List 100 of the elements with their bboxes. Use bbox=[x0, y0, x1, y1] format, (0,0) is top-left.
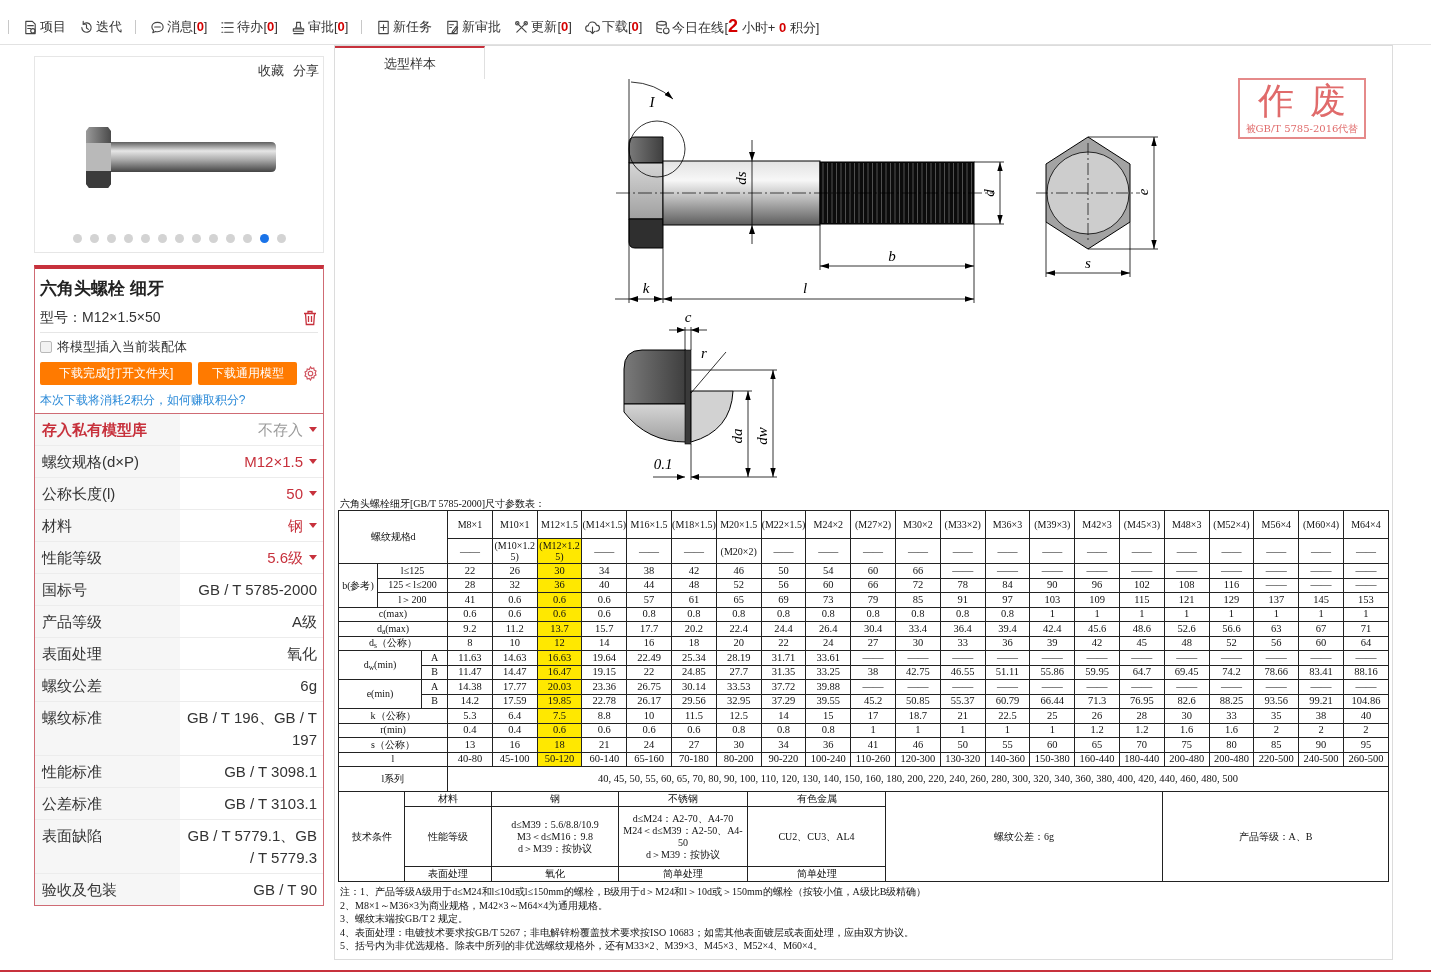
table-cell: 2 bbox=[1298, 723, 1344, 738]
table-cell: 59.95 bbox=[1074, 665, 1120, 680]
tools-icon bbox=[514, 19, 530, 35]
tab[interactable]: 选型样本 bbox=[335, 46, 485, 79]
table-cell: 0.6 bbox=[581, 723, 627, 738]
dimension-line bbox=[668, 326, 708, 351]
row-header: d$_{w}$(min) bbox=[338, 650, 422, 680]
table-cell: 0.6 bbox=[626, 723, 672, 738]
table-cell: 1 bbox=[895, 723, 941, 738]
table-cell: 130-320 bbox=[940, 752, 986, 767]
table-cell: 70 bbox=[1119, 737, 1165, 752]
toolbar-button[interactable]: 项目 bbox=[23, 18, 66, 36]
property-dropdown[interactable]: M12×1.5 bbox=[244, 450, 317, 473]
table-cell: 12.5 bbox=[716, 708, 762, 723]
row-header: A bbox=[421, 650, 448, 665]
table-cell: 50 bbox=[940, 737, 986, 752]
toolbar-button[interactable]: 更新[0] bbox=[514, 18, 572, 36]
card-action-link[interactable]: 分享 bbox=[293, 63, 319, 83]
table-cell: 33.25 bbox=[805, 665, 851, 680]
column-header: —— bbox=[895, 538, 941, 564]
table-cell: 1 bbox=[1209, 607, 1254, 622]
table-cell: 13 bbox=[447, 737, 493, 752]
table-cell: 145 bbox=[1298, 592, 1344, 607]
table-cell: 56 bbox=[761, 578, 806, 593]
table-cell: 22.78 bbox=[581, 694, 627, 709]
table-cell: 71 bbox=[1343, 621, 1389, 636]
table-cell: 240-500 bbox=[1298, 752, 1344, 767]
table-cell: 11.2 bbox=[492, 621, 538, 636]
column-header: M64×4 bbox=[1343, 510, 1389, 539]
table-cell: 31.35 bbox=[761, 665, 806, 680]
table-cell: 1 bbox=[1253, 607, 1299, 622]
table-cell: 有色金属 bbox=[747, 791, 886, 807]
toolbar-button[interactable]: 审批[0] bbox=[290, 18, 349, 36]
property-label: 螺纹公差 bbox=[35, 670, 180, 701]
row-header: 表面处理 bbox=[404, 866, 492, 882]
toolbar-button[interactable]: 消息[0] bbox=[150, 18, 208, 36]
column-header: —— bbox=[447, 538, 493, 564]
table-cell: 37.72 bbox=[761, 679, 806, 694]
table-cell: 42.4 bbox=[1029, 621, 1075, 636]
dimension-label: dw bbox=[754, 427, 771, 445]
table-cell: 25 bbox=[1029, 708, 1075, 723]
table-cell: 6.4 bbox=[492, 708, 538, 723]
toolbar-button[interactable]: 下载[0] bbox=[584, 18, 643, 36]
table-cell: 1 bbox=[1029, 723, 1075, 738]
table-cell: 67 bbox=[1298, 621, 1344, 636]
table-cell: 22.4 bbox=[716, 621, 762, 636]
property-label: 国标号 bbox=[35, 574, 180, 605]
table-caption: 六角头螺栓细牙[GB/T 5785-2000]尺寸参数表： bbox=[339, 497, 547, 510]
toolbar-button[interactable]: 新任务 bbox=[376, 18, 433, 36]
property-dropdown[interactable]: 50 bbox=[286, 482, 317, 505]
column-header: —— bbox=[1343, 538, 1389, 564]
table-cell: —— bbox=[1074, 679, 1120, 694]
table-cell: —— bbox=[1164, 563, 1210, 578]
table-cell: —— bbox=[1029, 650, 1075, 665]
table-cell: —— bbox=[940, 563, 986, 578]
property-dropdown[interactable]: 5.6级 bbox=[267, 546, 317, 569]
toolbar-button[interactable]: 迭代 bbox=[79, 18, 122, 36]
table-cell: 1 bbox=[850, 723, 896, 738]
table-cell: 137 bbox=[1253, 592, 1299, 607]
table-cell: 91 bbox=[940, 592, 986, 607]
toolbar-button[interactable]: 新审批 bbox=[445, 18, 502, 36]
toolbar-button[interactable]: 待办[0] bbox=[220, 18, 278, 36]
column-header: —— bbox=[940, 538, 986, 564]
table-cell: 简单处理 bbox=[618, 866, 748, 882]
property-dropdown[interactable]: 钢 bbox=[288, 514, 317, 537]
column-header: (M39×3) bbox=[1029, 510, 1075, 539]
table-cell: 1.6 bbox=[1209, 723, 1254, 738]
table-cell: 14.47 bbox=[492, 665, 538, 680]
table-cell: 0.6 bbox=[671, 723, 717, 738]
table-cell: 30 bbox=[895, 636, 941, 651]
row-header: 材料 bbox=[404, 791, 492, 807]
trash-icon[interactable] bbox=[303, 309, 317, 326]
caret-icon bbox=[309, 523, 317, 528]
checkbox[interactable] bbox=[40, 341, 52, 353]
column-header: M42×3 bbox=[1074, 510, 1120, 539]
points-help-link[interactable]: 本次下载将消耗2积分，如何赚取积分? bbox=[40, 392, 318, 408]
table-cell: 52 bbox=[716, 578, 762, 593]
table-cell: 52 bbox=[1209, 636, 1254, 651]
card-action-link[interactable]: 收藏 bbox=[258, 63, 284, 83]
column-header: M36×3 bbox=[985, 510, 1030, 539]
row-header: l bbox=[338, 752, 448, 767]
table-cell: 8.8 bbox=[581, 708, 627, 723]
table-cell: 1 bbox=[985, 723, 1030, 738]
table-cell: 36 bbox=[805, 737, 851, 752]
table-cell: 36 bbox=[985, 636, 1030, 651]
column-header: —— bbox=[985, 538, 1030, 564]
row-header: d$_{s}$（公称） bbox=[338, 636, 448, 651]
settings-icon[interactable] bbox=[303, 366, 318, 381]
table-cell: 90 bbox=[1298, 737, 1344, 752]
table-cell: 螺纹公差：6g bbox=[885, 791, 1163, 882]
row-header: d$_{a}$(max) bbox=[338, 621, 448, 636]
table-cell: 121 bbox=[1164, 592, 1210, 607]
row-header: s（公称） bbox=[338, 737, 448, 752]
table-cell: 1 bbox=[1029, 607, 1075, 622]
list-icon bbox=[220, 19, 236, 35]
table-cell: 69 bbox=[761, 592, 806, 607]
table-cell: —— bbox=[940, 679, 986, 694]
document-plus-icon bbox=[376, 19, 392, 35]
document-icon bbox=[23, 19, 38, 35]
table-cell: 26.4 bbox=[805, 621, 851, 636]
